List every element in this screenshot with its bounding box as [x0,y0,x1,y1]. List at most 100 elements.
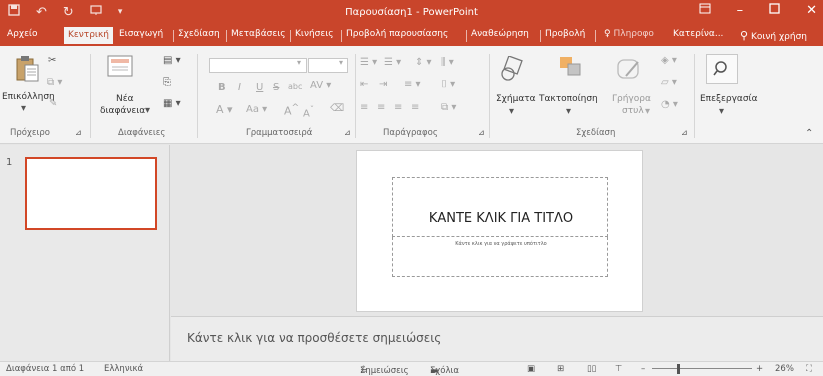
vertical-scrollbar[interactable] [811,155,819,305]
font-color-button[interactable]: A ▾ [216,103,233,116]
layout-icon[interactable]: ▤ ▾ [163,55,181,66]
editing-button[interactable]: Επεξεργασία [700,94,758,104]
arrange-icon[interactable] [558,54,584,83]
section-icon[interactable]: ▦ ▾ [163,98,181,109]
align-left-icon[interactable]: ≡ [360,102,368,113]
new-slide-dropdown-icon[interactable]: ▾ [145,105,150,116]
language-indicator[interactable]: Ελληνικά [104,364,143,374]
paste-dropdown-icon[interactable]: ▾ [21,103,26,114]
slide-thumbnail[interactable] [25,157,157,230]
font-name-combo[interactable] [209,58,307,73]
tab-home[interactable]: Κεντρική [64,27,113,44]
font-launcher-icon[interactable]: ⊿ [344,128,351,137]
tab-review[interactable]: Αναθεώρηση [471,29,529,39]
zoom-slider-thumb[interactable] [677,364,680,374]
tell-me-box[interactable]: ♀ Πληροφο [604,29,654,39]
quick-styles-label-line2[interactable]: στυλ [622,106,644,116]
share-button[interactable]: ⚲ Κοινή χρήση [740,29,807,42]
zoom-slider-track[interactable] [652,368,752,369]
arrange-dropdown-icon[interactable]: ▾ [566,106,571,117]
minimize-icon[interactable]: – [737,3,744,18]
grow-font-button[interactable]: A^ [284,102,299,118]
decrease-indent-icon[interactable]: ⇤ [360,79,368,90]
font-name-dropdown-icon[interactable]: ▾ [297,58,301,67]
notes-placeholder: Κάντε κλικ για να προσθέσετε σημειώσεις [187,331,442,345]
font-size-dropdown-icon[interactable]: ▾ [339,58,343,67]
title-bar: ↶ ↻ ▾ Παρουσίαση1 - PowerPoint – ✕ [0,0,823,26]
bold-button[interactable]: B [218,82,226,93]
subtitle-placeholder-text: Κάντε κλικ για να γράψετε υπότιτλο [455,241,547,247]
ribbon-display-icon[interactable] [699,3,711,18]
bullets-icon[interactable]: ☰ ▾ [360,57,377,68]
smartart-icon[interactable]: ⧉ ▾ [441,102,456,113]
zoom-out-icon[interactable]: – [641,364,645,374]
char-spacing-button[interactable]: AV ▾ [310,80,331,91]
shapes-icon[interactable] [500,55,524,85]
strikethrough-button[interactable]: S [273,82,279,93]
shadow-button[interactable]: abc [288,82,302,91]
arrange-button[interactable]: Τακτοποίηση [539,94,598,104]
paste-button[interactable]: Επικόλληση [2,92,55,102]
increase-indent-icon[interactable]: ⇥ [379,79,387,90]
collapse-ribbon-icon[interactable]: ⌃ [805,128,813,139]
numbering-icon[interactable]: ☰ ▾ [384,57,401,68]
quick-styles-label-line1[interactable]: Γρήγορα [612,94,651,104]
window-controls: – ✕ [699,3,817,18]
tab-transitions[interactable]: Μεταβάσεις [231,29,286,39]
align-text-icon[interactable]: ⌷ ▾ [441,79,455,90]
account-name[interactable]: Κατερίνα... [673,29,723,39]
zoom-in-icon[interactable]: + [756,364,763,374]
maximize-icon[interactable] [769,3,780,18]
quick-styles-icon[interactable] [616,56,642,85]
editing-dropdown-icon[interactable]: ▾ [719,106,724,117]
change-case-button[interactable]: Aa ▾ [246,104,267,115]
clipboard-launcher-icon[interactable]: ⊿ [75,128,82,137]
tab-animations[interactable]: Κινήσεις [295,29,334,39]
slide-sorter-icon[interactable]: ⊞ [557,364,564,374]
tab-insert[interactable]: Εισαγωγή [119,29,163,39]
fit-slide-icon[interactable]: ⛶ [806,364,812,374]
quick-styles-dropdown-icon[interactable]: ▾ [645,106,650,117]
shapes-button[interactable]: Σχήματα [496,94,536,104]
slide-canvas[interactable]: ΚΑΝΤΕ ΚΛΙΚ ΓΙΑ ΤΙΤΛΟ Κάντε κλικ για να γ… [357,151,642,311]
close-icon[interactable]: ✕ [806,3,817,18]
reading-view-icon[interactable]: ▯▯ [587,364,596,374]
shrink-font-button[interactable]: Aˇ [303,104,314,119]
cut-icon[interactable]: ✂ [48,55,56,66]
italic-button[interactable]: I [238,82,241,93]
tab-file[interactable]: Αρχείο [7,29,38,39]
shape-outline-icon[interactable]: ▱ ▾ [661,77,677,88]
reset-icon[interactable]: ⎘ [163,77,171,88]
clear-formatting-icon[interactable]: ⌫ [330,103,344,114]
zoom-level[interactable]: 26% [775,364,794,374]
notes-pane[interactable]: Κάντε κλικ για να προσθέσετε σημειώσεις [171,316,823,361]
drawing-group-label: Σχεδίαση [576,128,616,138]
drawing-launcher-icon[interactable]: ⊿ [681,128,688,137]
tab-design[interactable]: Σχεδίαση [178,29,220,39]
editing-icon[interactable] [706,54,738,84]
ribbon: Επικόλληση ▾ ✂ ⧉ ▾ ✎ Πρόχειρο ⊿ Νέα διαφ… [0,46,823,144]
align-center-icon[interactable]: ≡ [377,102,385,113]
new-slide-label-line2[interactable]: διαφάνεια [100,106,145,116]
shape-fill-icon[interactable]: ◈ ▾ [661,55,677,66]
justify-icon[interactable]: ≡ [411,102,419,113]
shapes-dropdown-icon[interactable]: ▾ [509,106,514,117]
underline-button[interactable]: U [256,82,263,93]
tab-view[interactable]: Προβολή [545,29,585,39]
slideshow-view-icon[interactable]: ⊤ [615,364,622,374]
columns-icon[interactable]: ⫼ ▾ [441,57,454,68]
paste-icon[interactable] [14,54,40,87]
paragraph-launcher-icon[interactable]: ⊿ [478,128,485,137]
normal-view-icon[interactable]: ▣ [527,364,535,374]
new-slide-icon[interactable] [107,55,135,82]
title-placeholder[interactable]: ΚΑΝΤΕ ΚΛΙΚ ΓΙΑ ΤΙΤΛΟ [392,177,608,237]
align-right-icon[interactable]: ≡ [394,102,402,113]
line-spacing-icon[interactable]: ⇕ ▾ [415,57,432,68]
text-direction-icon[interactable]: ≡ ▾ [404,79,421,90]
new-slide-label-line1[interactable]: Νέα [116,94,134,104]
slide-editing-area: ΚΑΝΤΕ ΚΛΙΚ ΓΙΑ ΤΙΤΛΟ Κάντε κλικ για να γ… [171,145,823,315]
shape-effects-icon[interactable]: ◔ ▾ [661,99,678,110]
font-group-label: Γραμματοσειρά [246,128,313,138]
tab-slideshow[interactable]: Προβολή παρουσίασης [346,29,448,39]
subtitle-placeholder[interactable]: Κάντε κλικ για να γράψετε υπότιτλο [392,237,608,277]
